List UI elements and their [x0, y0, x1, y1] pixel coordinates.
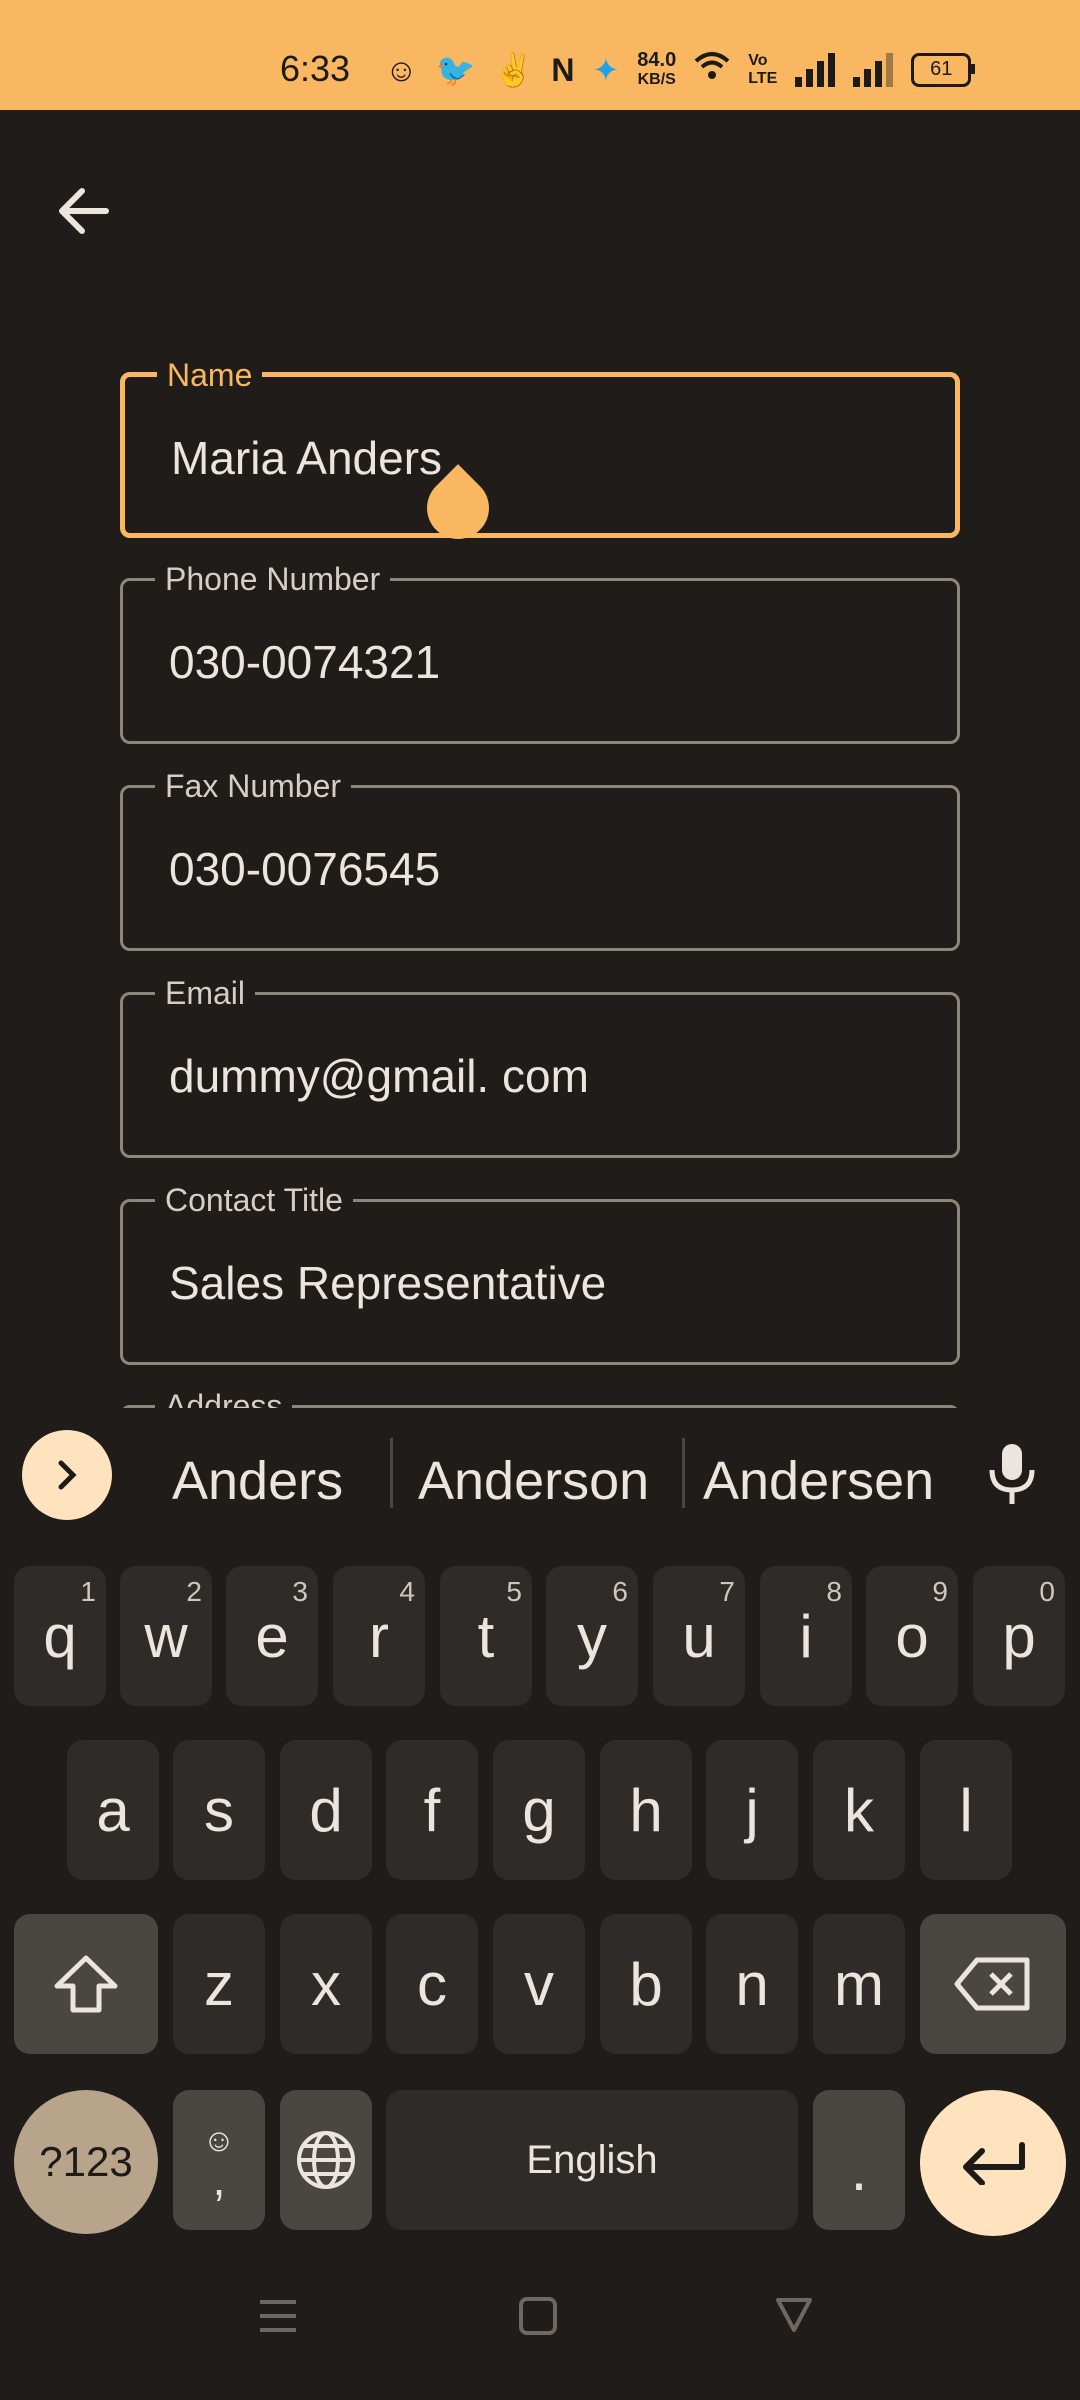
status-time: 6:33 [280, 48, 351, 89]
key-u[interactable]: u7 [653, 1566, 745, 1706]
menu-icon [260, 2300, 296, 2332]
shift-key[interactable] [14, 1914, 158, 2054]
twitter-icon: 🐦 [435, 52, 476, 88]
globe-icon [297, 2131, 355, 2189]
email-field[interactable]: Email dummy@gmail. com [120, 975, 960, 1158]
key-z[interactable]: z [173, 1914, 265, 2054]
triangle-back-icon [776, 2298, 812, 2332]
wifi-icon [694, 51, 730, 89]
fax-number-label: Fax Number [155, 768, 352, 805]
network-speed: 84.0 KB/S [637, 49, 677, 88]
battery-icon: 61 [911, 53, 976, 87]
key-h[interactable]: h [600, 1740, 692, 1880]
key-m[interactable]: m [813, 1914, 905, 2054]
key-j[interactable]: j [706, 1740, 798, 1880]
period-key[interactable]: . [813, 2090, 905, 2230]
key-f[interactable]: f [386, 1740, 478, 1880]
phone-number-field[interactable]: Phone Number 030-0074321 [120, 561, 960, 744]
suggestion-strip: Anders Anderson Andersen [0, 1408, 1080, 1538]
home-square-icon [519, 2297, 557, 2335]
suggestion-2[interactable]: Anderson [418, 1450, 649, 1512]
phone-number-label: Phone Number [155, 561, 391, 598]
emoji-comma-key[interactable]: ☺ , [173, 2090, 265, 2230]
fax-number-field[interactable]: Fax Number 030-0076545 [120, 768, 960, 951]
enter-key[interactable] [920, 2090, 1066, 2236]
recents-button[interactable] [258, 2298, 298, 2339]
key-i[interactable]: i8 [760, 1566, 852, 1706]
key-o[interactable]: o9 [866, 1566, 958, 1706]
suggestion-divider [390, 1438, 393, 1508]
key-s[interactable]: s [173, 1740, 265, 1880]
backspace-key[interactable] [920, 1914, 1066, 2054]
key-v[interactable]: v [493, 1914, 585, 2054]
key-n[interactable]: n [706, 1914, 798, 2054]
key-a[interactable]: a [67, 1740, 159, 1880]
keyboard: q1 w2 e3 r4 t5 y6 u7 i8 o9 p0 a s d f g … [0, 1538, 1080, 2238]
key-l[interactable]: l [920, 1740, 1012, 1880]
name-field[interactable]: Name Maria Anders [120, 357, 960, 552]
chevron-right-icon [58, 1460, 77, 1490]
key-c[interactable]: c [386, 1914, 478, 2054]
microphone-button[interactable] [982, 1440, 1042, 1510]
key-p[interactable]: p0 [973, 1566, 1065, 1706]
navigation-bar [0, 2238, 1080, 2400]
status-bar: 6:33 ☺ 🐦 ✌ N ✦ 84.0 KB/S Vo LTE 61 [0, 0, 1080, 110]
volte-icon: Vo LTE [748, 52, 778, 87]
key-k[interactable]: k [813, 1740, 905, 1880]
key-x[interactable]: x [280, 1914, 372, 2054]
signal-icon-1 [795, 53, 836, 87]
shift-icon [54, 1955, 118, 2013]
email-label: Email [155, 975, 256, 1012]
suggestion-divider [682, 1438, 685, 1508]
expand-toolbar-button[interactable] [22, 1430, 112, 1520]
name-value: Maria Anders [171, 432, 443, 484]
suggestion-3[interactable]: Andersen [703, 1450, 934, 1512]
contact-title-field[interactable]: Contact Title Sales Representative [120, 1182, 960, 1365]
contact-title-value: Sales Representative [169, 1257, 607, 1309]
app-icon-2: ✦ [592, 52, 620, 88]
key-t[interactable]: t5 [440, 1566, 532, 1706]
key-y[interactable]: y6 [546, 1566, 638, 1706]
arrow-left-icon [59, 188, 109, 234]
key-q[interactable]: q1 [14, 1566, 106, 1706]
microphone-icon [989, 1444, 1035, 1504]
email-value: dummy@gmail. com [169, 1050, 589, 1102]
fax-number-value: 030-0076545 [169, 843, 441, 895]
status-icons: ☺ 🐦 ✌ N ✦ 84.0 KB/S Vo LTE 61 [385, 49, 976, 90]
key-d[interactable]: d [280, 1740, 372, 1880]
backspace-icon [954, 1957, 1030, 2011]
key-e[interactable]: e3 [226, 1566, 318, 1706]
enter-icon [963, 2142, 1025, 2185]
notification-icon-face: ☺ [385, 51, 418, 88]
key-b[interactable]: b [600, 1914, 692, 2054]
phone-number-value: 030-0074321 [169, 636, 441, 688]
back-button[interactable] [50, 176, 120, 246]
suggestion-1[interactable]: Anders [172, 1450, 343, 1512]
home-button[interactable] [518, 2296, 558, 2341]
key-r[interactable]: r4 [333, 1566, 425, 1706]
symbols-key[interactable]: ?123 [14, 2090, 158, 2234]
app-icon: ✌ [493, 52, 534, 88]
space-key[interactable]: English [386, 2090, 798, 2230]
language-key[interactable] [280, 2090, 372, 2230]
netflix-icon: N [551, 51, 575, 88]
signal-icon-2 [853, 53, 894, 87]
name-label: Name [157, 357, 263, 394]
key-w[interactable]: w2 [120, 1566, 212, 1706]
contact-title-label: Contact Title [155, 1182, 353, 1219]
back-nav-button[interactable] [774, 2294, 814, 2339]
key-g[interactable]: g [493, 1740, 585, 1880]
